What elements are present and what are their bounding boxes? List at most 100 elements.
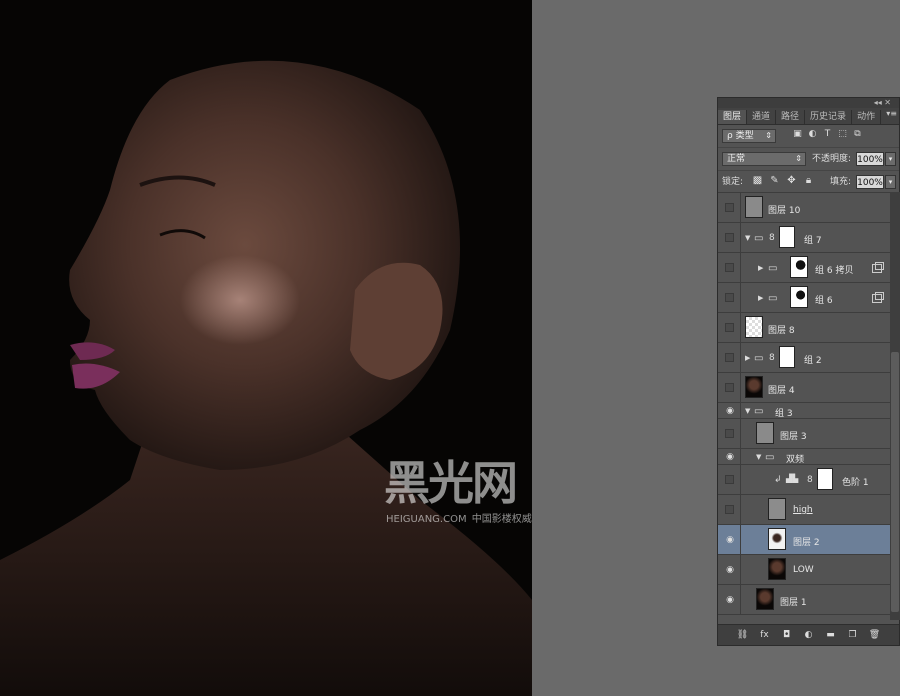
folder-icon: ▭ <box>768 293 778 304</box>
layer-name[interactable]: 色阶 1 <box>842 475 869 488</box>
blend-mode-select[interactable]: 正常 ⇕ <box>722 152 806 166</box>
type-filter-icon[interactable]: T <box>822 129 833 140</box>
layer-name[interactable]: 图层 1 <box>780 595 807 608</box>
collapse-icon[interactable]: ◂◂ ✕ <box>874 98 891 108</box>
document-image[interactable]: 黑光网 HEIGUANG.COM 中国影楼权威门户 <box>0 0 532 696</box>
clip-arrow-icon: ↲ <box>774 475 782 485</box>
layer-name[interactable]: 组 3 <box>775 406 793 419</box>
layers-scrollbar[interactable] <box>890 192 900 620</box>
scrollbar-thumb[interactable] <box>891 352 899 612</box>
layer-row[interactable]: ▶ ▭ 8 组 2 <box>718 343 890 373</box>
new-group-icon[interactable]: ▬ <box>824 630 837 640</box>
layer-mask-thumbnail[interactable] <box>779 226 795 248</box>
eye-icon[interactable]: ◉ <box>724 452 736 462</box>
layer-row[interactable]: 图层 10 <box>718 193 890 223</box>
link-layers-icon[interactable]: ⛓ <box>736 630 749 640</box>
adjustment-layer-icon[interactable]: ◐ <box>802 630 815 640</box>
opacity-input[interactable]: 100% <box>856 152 884 166</box>
layers-bottom-toolbar: ⛓ fx ◘ ◐ ▬ ❐ 🗑︎ <box>718 624 899 645</box>
lock-position-move-icon[interactable]: ✥ <box>786 175 797 187</box>
group-mask-thumbnail[interactable] <box>790 286 808 308</box>
expand-right-icon[interactable]: ▶ <box>758 264 763 272</box>
visibility-toggle[interactable] <box>725 203 734 212</box>
filter-kind-label: ρ 类型 <box>727 131 754 141</box>
pixel-filter-icon[interactable]: ▣ <box>792 129 803 140</box>
tab-actions[interactable]: 动作 <box>852 110 882 124</box>
layer-thumbnail <box>756 588 774 610</box>
link-icon: 8 <box>807 475 813 485</box>
expand-down-icon[interactable]: ▼ <box>756 453 761 461</box>
layer-row[interactable]: ↲ ▟▙ 8 色阶 1 <box>718 465 890 495</box>
visibility-toggle[interactable] <box>725 263 734 272</box>
smart-filter-icon <box>872 292 884 303</box>
filter-kind-select[interactable]: ρ 类型 ⇕ <box>722 129 776 143</box>
layer-row[interactable]: ▶ ▭ 组 6 <box>718 283 890 313</box>
lock-image-brush-icon[interactable]: ✎ <box>769 175 780 187</box>
layer-name[interactable]: 图层 2 <box>793 535 820 548</box>
visibility-toggle[interactable] <box>725 383 734 392</box>
shape-filter-icon[interactable]: ⬚ <box>837 129 848 140</box>
layer-name[interactable]: 图层 10 <box>768 203 800 216</box>
expand-right-icon[interactable]: ▶ <box>745 354 750 362</box>
tab-layers[interactable]: 图层 <box>718 110 748 124</box>
layer-name[interactable]: 双频 <box>786 452 804 465</box>
layer-name[interactable]: LOW <box>793 565 814 575</box>
smart-object-filter-icon[interactable]: ⧉ <box>852 129 863 140</box>
layer-name[interactable]: 组 7 <box>804 233 822 246</box>
layer-row[interactable]: ▼ ▭ 8 组 7 <box>718 223 890 253</box>
group-mask-thumbnail[interactable] <box>790 256 808 278</box>
layer-row[interactable]: ◉ ▼ ▭ 双频 <box>718 449 890 465</box>
visibility-toggle[interactable] <box>725 293 734 302</box>
layer-mask-thumbnail[interactable] <box>779 346 795 368</box>
layer-thumbnail <box>768 528 786 550</box>
layer-name[interactable]: high <box>793 505 813 515</box>
visibility-toggle[interactable] <box>725 233 734 242</box>
visibility-toggle[interactable] <box>725 353 734 362</box>
fill-dropdown-button[interactable]: ▾ <box>885 175 896 189</box>
add-mask-icon[interactable]: ◘ <box>780 630 793 640</box>
layer-row[interactable]: ◉ ▼ ▭ 组 3 <box>718 403 890 419</box>
layer-name[interactable]: 图层 4 <box>768 383 795 396</box>
layer-mask-thumbnail[interactable] <box>817 468 833 490</box>
expand-right-icon[interactable]: ▶ <box>758 294 763 302</box>
eye-icon[interactable]: ◉ <box>724 535 736 545</box>
layers-list: 图层 10 ▼ ▭ 8 组 7 ▶ ▭ 组 6 拷贝 ▶ ▭ 组 6 图层 8 … <box>718 192 890 620</box>
layer-row[interactable]: ▶ ▭ 组 6 拷贝 <box>718 253 890 283</box>
lock-all-icon[interactable]: 🔒︎ <box>803 175 814 187</box>
expand-down-icon[interactable]: ▼ <box>745 234 750 242</box>
panel-menu-icon[interactable]: ▾≡ <box>886 109 897 118</box>
eye-icon[interactable]: ◉ <box>724 406 736 416</box>
opacity-dropdown-button[interactable]: ▾ <box>885 152 896 166</box>
tab-channels[interactable]: 通道 <box>747 110 777 124</box>
layer-row[interactable]: high <box>718 495 890 525</box>
layer-row[interactable]: 图层 3 <box>718 419 890 449</box>
tab-history[interactable]: 历史记录 <box>805 110 853 124</box>
levels-icon: ▟▙ <box>786 474 799 483</box>
fill-input[interactable]: 100% <box>856 175 884 189</box>
layer-name[interactable]: 图层 3 <box>780 429 807 442</box>
eye-icon[interactable]: ◉ <box>724 595 736 605</box>
lock-transparent-icon[interactable]: ▩ <box>752 175 763 187</box>
layer-row[interactable]: 图层 4 <box>718 373 890 403</box>
visibility-toggle[interactable] <box>725 475 734 484</box>
layer-name[interactable]: 组 6 拷贝 <box>815 263 853 276</box>
new-layer-icon[interactable]: ❐ <box>846 630 859 640</box>
visibility-toggle[interactable] <box>725 323 734 332</box>
eye-icon[interactable]: ◉ <box>724 565 736 575</box>
layer-row[interactable]: 图层 8 <box>718 313 890 343</box>
panel-tabs: 图层 通道 路径 历史记录 动作 ▾≡ <box>718 108 899 125</box>
panel-titlebar[interactable]: ◂◂ ✕ <box>718 98 899 108</box>
layer-name[interactable]: 组 2 <box>804 353 822 366</box>
layer-row-selected[interactable]: ◉ 图层 2 <box>718 525 890 555</box>
tab-paths[interactable]: 路径 <box>776 110 806 124</box>
adjustment-filter-icon[interactable]: ◐ <box>807 129 818 140</box>
fx-icon[interactable]: fx <box>758 630 771 640</box>
visibility-toggle[interactable] <box>725 505 734 514</box>
expand-down-icon[interactable]: ▼ <box>745 407 750 415</box>
layer-row[interactable]: ◉ 图层 1 <box>718 585 890 615</box>
trash-icon[interactable]: 🗑︎ <box>868 630 881 640</box>
layer-row[interactable]: ◉ LOW <box>718 555 890 585</box>
layer-name[interactable]: 图层 8 <box>768 323 795 336</box>
visibility-toggle[interactable] <box>725 429 734 438</box>
layer-name[interactable]: 组 6 <box>815 293 833 306</box>
